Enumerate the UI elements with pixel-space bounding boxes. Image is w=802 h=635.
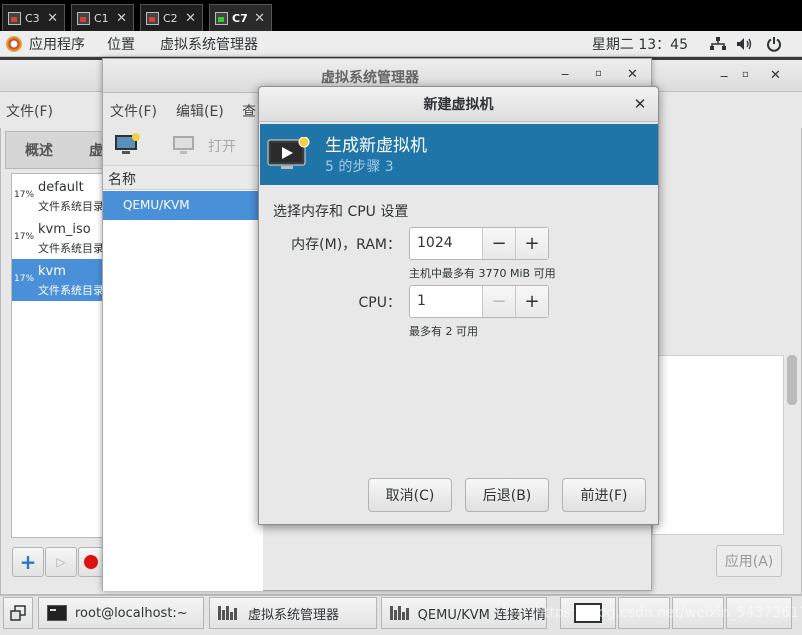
open-button-label[interactable]: 打开 [208,136,236,156]
pool-type: 文件系统目录 [38,242,104,255]
connection-row[interactable]: QEMU/KVM [103,191,263,220]
list-item[interactable]: 17% default 文件系统目录 [12,175,105,217]
apply-button[interactable]: 应用(A) [716,545,782,577]
banner-title: 生成新虚拟机 [325,136,427,156]
restore-windows-icon [10,605,26,621]
pool-name: default [38,180,84,195]
monitor-icon [267,137,310,169]
menu-file[interactable]: 文件(F) [6,101,53,121]
virt-manager-icon [218,606,240,620]
applications-icon [6,35,22,52]
decrement-button[interactable]: − [482,228,515,259]
maximize-icon[interactable]: ▫ [595,68,602,79]
clock[interactable]: 星期二 13：45 [592,34,688,54]
cancel-button[interactable]: 取消(C) [368,478,452,512]
wizard-banner [260,124,658,185]
close-icon[interactable]: ✕ [627,67,638,82]
cpu-hint: 最多有 2 可用 [409,325,478,338]
close-icon[interactable]: ✕ [185,11,196,26]
vm-tab-c2[interactable]: C2 ✕ [140,4,203,31]
vm-icon [215,11,228,25]
volume-icon[interactable] [736,37,754,51]
pool-name: kvm_iso [38,222,91,237]
banner-step: 5 的步骤 3 [325,159,394,175]
vm-icon [77,11,90,25]
plus-icon: + [19,550,37,574]
tab-partial[interactable]: 虚 [89,140,103,160]
stop-icon [84,555,98,569]
stop-pool-button[interactable] [78,547,104,577]
vm-tab-c3[interactable]: C3 ✕ [2,4,65,31]
usage-percent: 17% [14,232,35,242]
close-icon[interactable]: ✕ [47,11,58,26]
add-pool-button[interactable]: + [12,547,44,577]
close-icon[interactable]: ✕ [770,68,781,83]
applications-menu[interactable]: 应用程序 [29,34,85,54]
task-manager[interactable]: 虚拟系统管理器 [209,597,377,629]
maximize-icon[interactable]: ▫ [742,69,749,80]
section-label: 选择内存和 CPU 设置 [273,204,409,220]
play-icon: ▷ [56,555,66,569]
new-vm-icon[interactable] [114,132,142,156]
task-terminal[interactable]: root@localhost:~ [38,597,204,629]
vm-tab-label: C1 [94,11,109,25]
increment-button[interactable]: + [515,228,548,259]
usage-percent: 17% [14,274,35,284]
gnome-top-bar: 应用程序 位置 虚拟系统管理器 星期二 13：45 [0,31,802,57]
column-header-name[interactable]: 名称 [103,166,263,190]
forward-button[interactable]: 前进(F) [562,478,646,512]
places-menu[interactable]: 位置 [107,34,135,54]
vm-tab-label: C7 [232,11,248,25]
vm-icon [146,11,159,25]
task-label: root@localhost:~ [75,605,188,621]
task-details[interactable]: QEMU/KVM 连接详情 [381,597,547,629]
cpu-label: CPU： [358,295,401,311]
cpu-spinner[interactable]: 1 − + [409,285,549,318]
watermark: https://blog.csdn.net/weixin_54373617 [535,605,802,621]
task-label: 虚拟系统管理器 [248,607,340,623]
manager-title: 虚拟系统管理器 [321,70,419,86]
increment-button[interactable]: + [515,286,548,317]
app-menu[interactable]: 虚拟系统管理器 [160,34,258,54]
ram-label: 内存(M)，RAM： [291,237,401,253]
open-vm-icon[interactable] [172,135,196,155]
terminal-icon [47,605,67,621]
vm-tab-label: C3 [25,11,40,25]
cpu-input[interactable]: 1 [410,286,482,317]
menu-edit[interactable]: 编辑(E) [176,101,224,121]
vm-tab-c7[interactable]: C7 ✕ [209,4,272,31]
usage-percent: 17% [14,190,35,200]
minimize-icon[interactable]: ‒ [720,69,728,84]
connection-list [103,166,263,591]
ram-hint: 主机中最多有 3770 MiB 可用 [409,267,556,280]
tab-overview[interactable]: 概述 [25,140,53,160]
ram-input[interactable]: 1024 [410,228,482,259]
vm-icon [8,11,21,25]
power-icon[interactable] [766,36,782,52]
ram-spinner[interactable]: 1024 − + [409,227,549,260]
list-item[interactable]: 17% kvm_iso 文件系统目录 [12,217,105,259]
pool-type: 文件系统目录 [38,200,104,213]
menu-file[interactable]: 文件(F) [110,101,157,121]
vm-tab-c1[interactable]: C1 ✕ [71,4,134,31]
task-label: QEMU/KVM 连接详情 [417,607,546,623]
close-icon[interactable]: ✕ [116,11,127,26]
pool-type: 文件系统目录 [38,284,104,297]
minimize-icon[interactable]: ‒ [561,67,569,82]
start-pool-button[interactable]: ▷ [45,547,77,577]
vm-tab-label: C2 [163,11,178,25]
close-icon[interactable]: ✕ [631,95,649,113]
show-desktop-button[interactable] [3,597,33,629]
scrollbar[interactable] [787,355,797,405]
virt-manager-icon [390,606,410,620]
dialog-title: 新建虚拟机 [259,87,658,122]
volume-list-panel [652,355,784,535]
network-icon[interactable] [710,36,726,51]
decrement-button[interactable]: − [482,286,515,317]
list-item[interactable]: 17% kvm 文件系统目录 [12,259,105,301]
menu-view[interactable]: 查 [242,101,256,121]
back-button[interactable]: 后退(B) [465,478,549,512]
close-icon[interactable]: ✕ [254,11,265,26]
pool-name: kvm [38,264,66,279]
